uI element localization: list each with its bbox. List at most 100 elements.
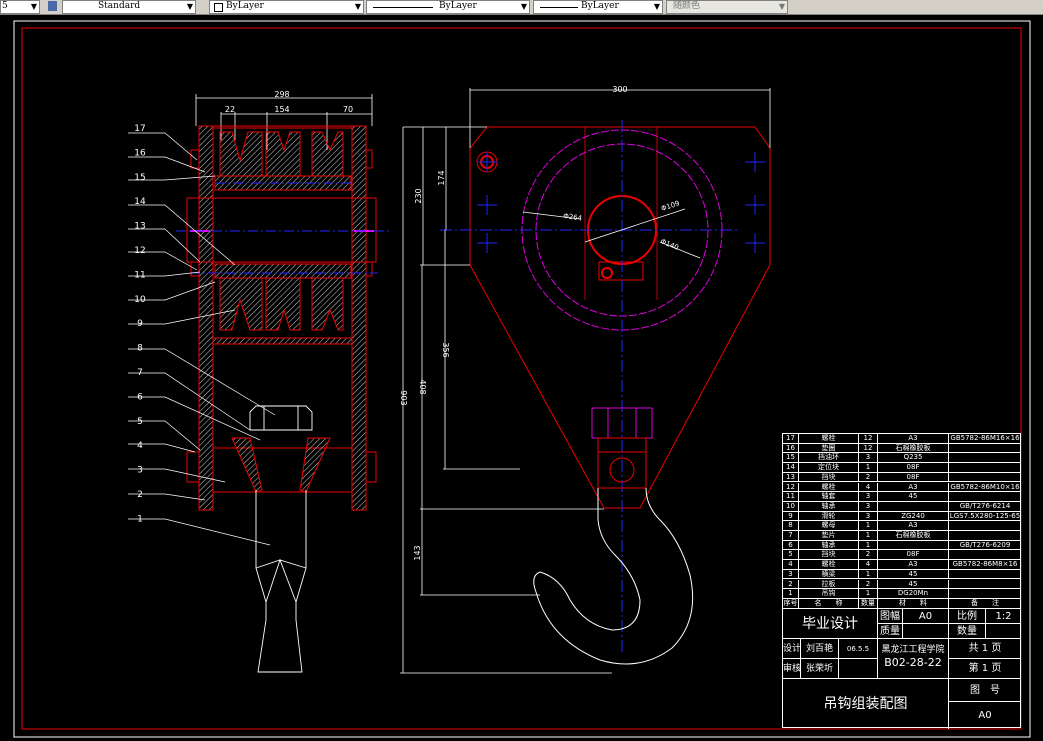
parts-cell-note	[949, 521, 1021, 531]
dim-143: 143	[413, 545, 422, 560]
parts-cell-material: A3	[878, 434, 949, 444]
mass-value	[903, 624, 949, 639]
parts-cell-note: GB5782-86M16×16	[949, 434, 1021, 444]
text-style-icon[interactable]	[48, 1, 57, 11]
parts-cell-name: 挡块	[799, 472, 859, 483]
balloon-8: 8	[137, 344, 143, 354]
dim-d264: Φ264	[563, 212, 583, 223]
title-block: 17 螺栓 12 A3 GB5782-86M16×16 16 垫圈 12 石棉橡胶板 15 挡油环 3…	[782, 433, 1021, 729]
header-no: 序号	[783, 599, 799, 609]
parts-cell-qty: 3	[859, 492, 878, 502]
header-note: 备 注	[949, 599, 1021, 609]
layer-combo[interactable]: 5 ▼	[0, 0, 40, 14]
parts-cell-note: GB/T276-6214	[949, 502, 1021, 512]
line-sample-icon	[373, 7, 433, 8]
balloon-4: 4	[137, 441, 143, 451]
parts-cell-material: DG20Mn	[878, 589, 949, 599]
parts-cell-qty: 3	[859, 453, 878, 464]
dim-298: 298	[274, 90, 289, 99]
lineweight-combo[interactable]: ByLayer ▼	[533, 0, 663, 14]
parts-cell-material: 08F	[878, 463, 949, 473]
dim-408: 408	[418, 379, 427, 394]
parts-cell-no: 9	[783, 511, 799, 522]
linetype-combo[interactable]: ByLayer ▼	[366, 0, 530, 14]
parts-cell-note	[949, 589, 1021, 599]
total-pages: 共 1 页	[949, 639, 1021, 659]
dim-230: 230	[414, 188, 423, 203]
header-material: 材 料	[878, 599, 949, 609]
parts-cell-name: 轴承	[799, 501, 859, 512]
dim-70: 70	[343, 105, 353, 114]
balloon-17: 17	[134, 124, 145, 134]
chevron-down-icon: ▼	[653, 2, 660, 11]
balloon-9: 9	[137, 319, 143, 329]
header-qty: 数量	[859, 599, 878, 609]
parts-cell-material: ZG240	[878, 511, 949, 522]
reviewer-label: 审核	[783, 659, 801, 679]
balloon-3: 3	[137, 466, 143, 476]
parts-cell-material: A3	[878, 482, 949, 493]
parts-cell-qty: 2	[859, 550, 878, 561]
parts-cell-note	[949, 463, 1021, 473]
quantity-value	[986, 624, 1021, 639]
chevron-down-icon: ▼	[354, 2, 361, 11]
balloon-15: 15	[134, 173, 145, 183]
parts-cell-qty: 1	[859, 521, 878, 531]
color-combo[interactable]: ByLayer ▼	[209, 0, 364, 14]
parts-cell-note: GB5782-86M8×16	[949, 560, 1021, 570]
parts-cell-name: 定位块	[799, 463, 859, 473]
header-name: 名 称	[799, 599, 859, 609]
school-name: 黑龙江工程学院	[881, 645, 945, 655]
text-style-combo[interactable]: Standard ▼	[62, 0, 196, 14]
parts-cell-no: 10	[783, 501, 799, 512]
parts-cell-qty: 1	[859, 589, 878, 599]
parts-cell-name: 拉板	[799, 579, 859, 590]
balloon-5: 5	[137, 417, 143, 427]
parts-cell-material	[878, 540, 949, 551]
parts-cell-name: 轴套	[799, 492, 859, 502]
quantity-label: 数量	[949, 624, 986, 639]
dim-d140: Φ140	[659, 237, 679, 251]
parts-cell-no: 8	[783, 521, 799, 531]
parts-cell-note	[949, 492, 1021, 502]
parts-cell-no: 15	[783, 453, 799, 464]
parts-cell-note: GB5782-86M10×16	[949, 482, 1021, 493]
line-sample-icon	[540, 7, 578, 8]
plot-style-combo[interactable]: 随颜色 ▼	[666, 0, 788, 14]
chevron-down-icon: ▼	[520, 2, 527, 11]
parts-cell-name: 滑轮	[799, 511, 859, 522]
parts-cell-qty: 3	[859, 511, 878, 522]
parts-cell-qty: 4	[859, 482, 878, 493]
chevron-down-icon: ▼	[186, 2, 193, 11]
parts-cell-material: 08F	[878, 472, 949, 483]
balloon-2: 2	[137, 490, 143, 500]
parts-cell-qty: 1	[859, 569, 878, 580]
dim-903: 903	[399, 390, 408, 405]
balloon-14: 14	[134, 197, 146, 207]
parts-cell-note	[949, 444, 1021, 454]
parts-cell-qty: 1	[859, 463, 878, 473]
parts-cell-no: 4	[783, 560, 799, 570]
dim-d109: Φ109	[660, 199, 680, 212]
balloon-12: 12	[134, 246, 145, 256]
chevron-down-icon: ▼	[30, 2, 37, 11]
parts-cell-no: 11	[783, 492, 799, 502]
parts-cell-name: 吊钩	[799, 589, 859, 599]
balloon-7: 7	[137, 368, 143, 378]
balloon-13: 13	[134, 222, 145, 232]
parts-cell-qty: 3	[859, 501, 878, 512]
parts-cell-material: 石棉橡胶板	[878, 531, 949, 541]
parts-cell-name: 垫片	[799, 531, 859, 541]
parts-cell-material: 45	[878, 579, 949, 590]
parts-cell-note: LGS7.5X280-125-65	[949, 511, 1021, 522]
dim-356: 356	[441, 342, 450, 357]
front-view: 300 230 174 Φ264 Φ109 Φ140 356 408 903 1…	[399, 85, 771, 674]
parts-cell-name: 挡油环	[799, 453, 859, 464]
project-title: 毕业设计	[783, 609, 878, 639]
parts-cell-name: 横梁	[799, 569, 859, 580]
parts-cell-note	[949, 570, 1021, 580]
parts-cell-material: 45	[878, 569, 949, 580]
balloon-11: 11	[134, 270, 145, 280]
parts-cell-material: 45	[878, 492, 949, 502]
parts-cell-name: 挡块	[799, 550, 859, 561]
